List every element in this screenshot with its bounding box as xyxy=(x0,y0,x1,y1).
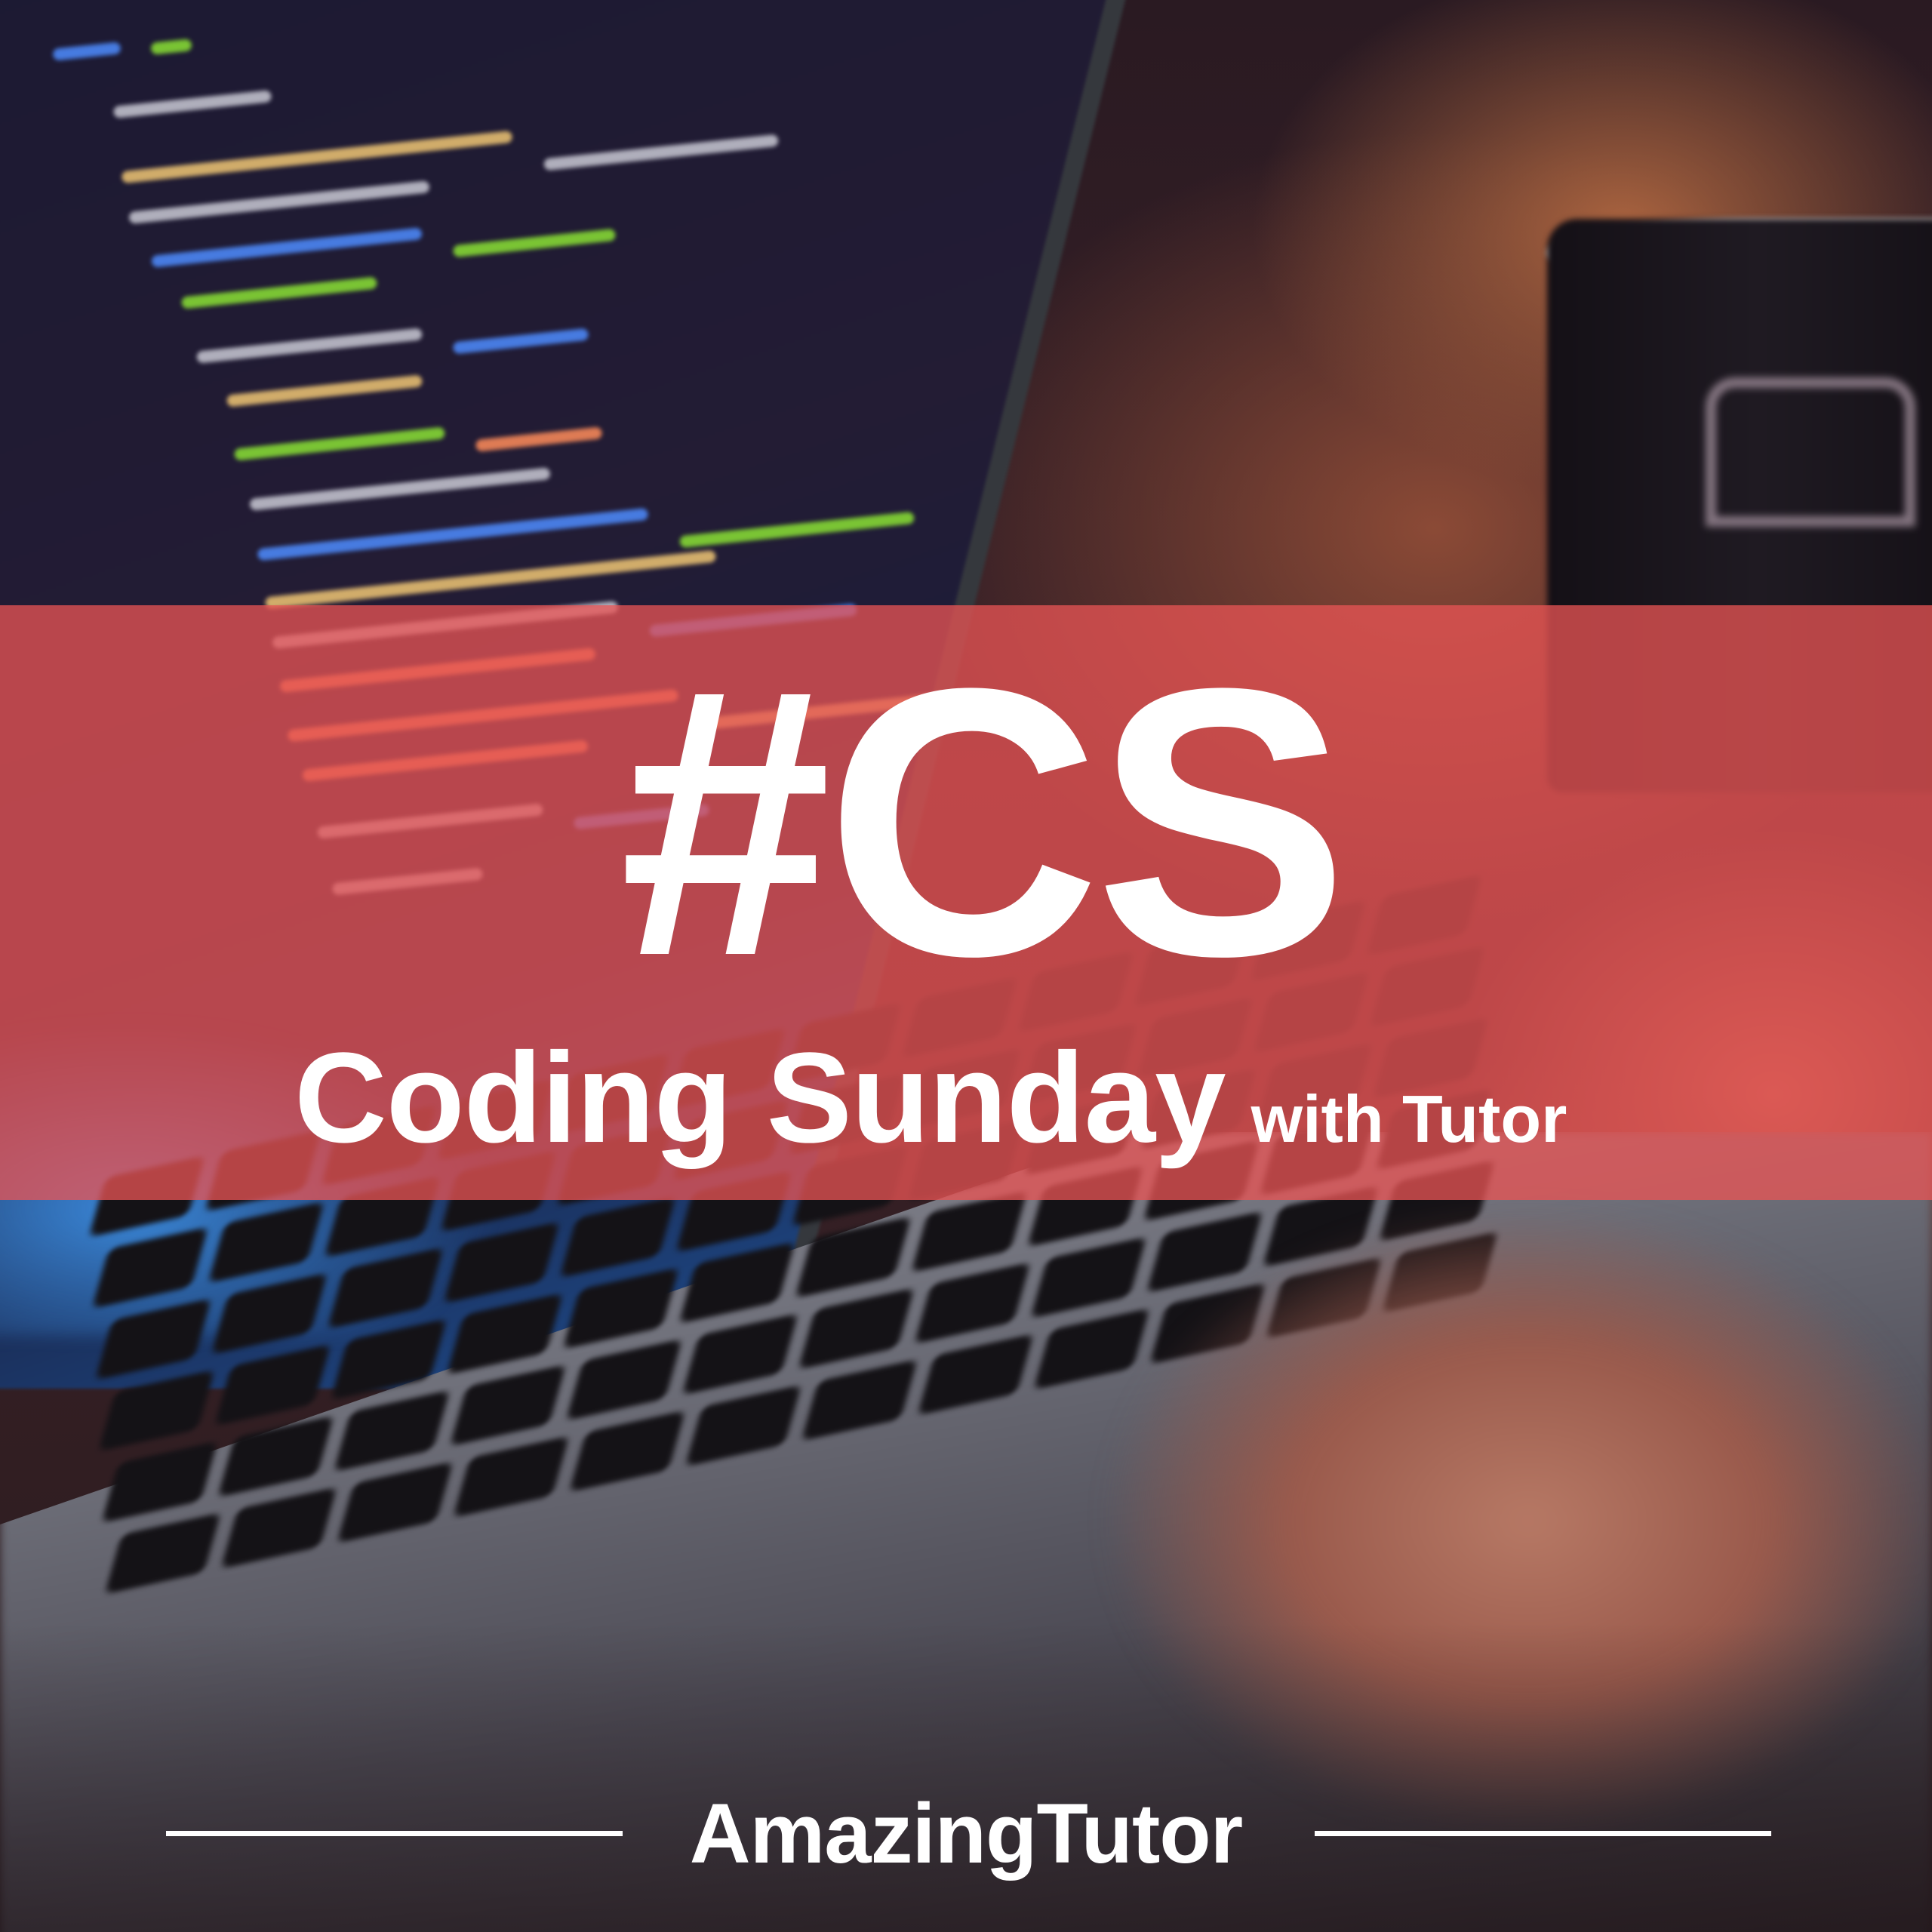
keyboard-key xyxy=(685,1384,802,1467)
keyboard-key xyxy=(443,1221,560,1304)
keyboard-key xyxy=(681,1313,798,1395)
keyboard-key xyxy=(91,1226,209,1309)
keyboard-key xyxy=(98,1369,215,1452)
keyboard-key xyxy=(327,1247,444,1330)
keyboard-key xyxy=(94,1298,212,1380)
keyboard-key xyxy=(795,1216,912,1299)
crown-icon xyxy=(1706,377,1915,527)
footer-rule-right xyxy=(1315,1831,1771,1836)
footer: AmazingTutor xyxy=(0,1781,1932,1887)
subtitle-suffix: with Tutor xyxy=(1251,1081,1567,1156)
keyboard-key xyxy=(453,1435,570,1518)
keyboard-key xyxy=(449,1364,567,1447)
keyboard-key xyxy=(330,1318,448,1401)
keyboard-key xyxy=(104,1512,221,1595)
keyboard-key xyxy=(334,1389,451,1472)
hashtag-title: #CS xyxy=(619,610,1349,1035)
keyboard-key xyxy=(565,1338,683,1421)
keyboard-key xyxy=(101,1441,218,1524)
keyboard-key xyxy=(211,1272,328,1355)
keyboard-key xyxy=(798,1287,915,1370)
keyboard-key xyxy=(217,1415,334,1498)
keyboard-key xyxy=(678,1241,795,1324)
keyboard-key xyxy=(446,1293,564,1375)
promo-poster: #CS Coding Sunday with Tutor AmazingTutor xyxy=(0,0,1932,1932)
keyboard-key xyxy=(208,1201,325,1284)
keyboard-key xyxy=(562,1267,679,1349)
keyboard-key xyxy=(214,1343,331,1426)
keyboard-key xyxy=(801,1358,918,1441)
subtitle: Coding Sunday with Tutor xyxy=(294,1023,1567,1174)
keyboard-key xyxy=(337,1461,454,1543)
subtitle-main: Coding Sunday xyxy=(294,1026,1226,1170)
keyboard-key xyxy=(568,1410,686,1493)
keyboard-key xyxy=(559,1195,676,1278)
keyboard-key xyxy=(220,1487,337,1569)
